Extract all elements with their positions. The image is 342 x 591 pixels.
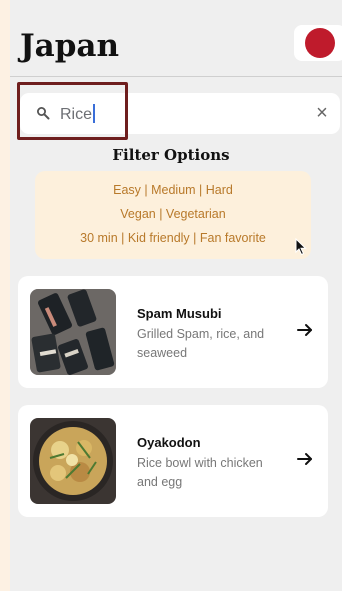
oyakodon-photo <box>30 418 116 504</box>
recipe-name: Oyakodon <box>137 435 201 450</box>
spam-musubi-photo <box>30 289 116 375</box>
recipe-card-oyakodon[interactable]: Oyakodon Rice bowl with chicken and egg <box>18 405 328 517</box>
recipe-description: Rice bowl with chicken and egg <box>137 456 263 489</box>
filter-difficulty[interactable]: Easy | Medium | Hard <box>35 183 311 197</box>
recipe-name: Spam Musubi <box>137 306 222 321</box>
header: Japan <box>10 0 342 77</box>
clear-search-icon[interactable]: × <box>312 103 332 123</box>
page-title: Japan <box>20 28 120 64</box>
japan-flag-icon <box>305 28 335 58</box>
arrow-right-icon[interactable] <box>296 321 314 339</box>
filter-options-title: Filter Options <box>112 146 230 164</box>
recipe-description: Grilled Spam, rice, and seaweed <box>137 327 265 360</box>
filter-diet[interactable]: Vegan | Vegetarian <box>35 207 311 221</box>
recipe-card-spam-musubi[interactable]: Spam Musubi Grilled Spam, rice, and seaw… <box>18 276 328 388</box>
filter-time-audience[interactable]: 30 min | Kid friendly | Fan favorite <box>35 231 311 245</box>
search-highlight-box <box>17 82 128 140</box>
flag-button[interactable] <box>294 25 342 61</box>
arrow-right-icon[interactable] <box>296 450 314 468</box>
filter-options-panel: Easy | Medium | Hard Vegan | Vegetarian … <box>35 171 311 259</box>
mouse-pointer-icon <box>295 238 307 256</box>
